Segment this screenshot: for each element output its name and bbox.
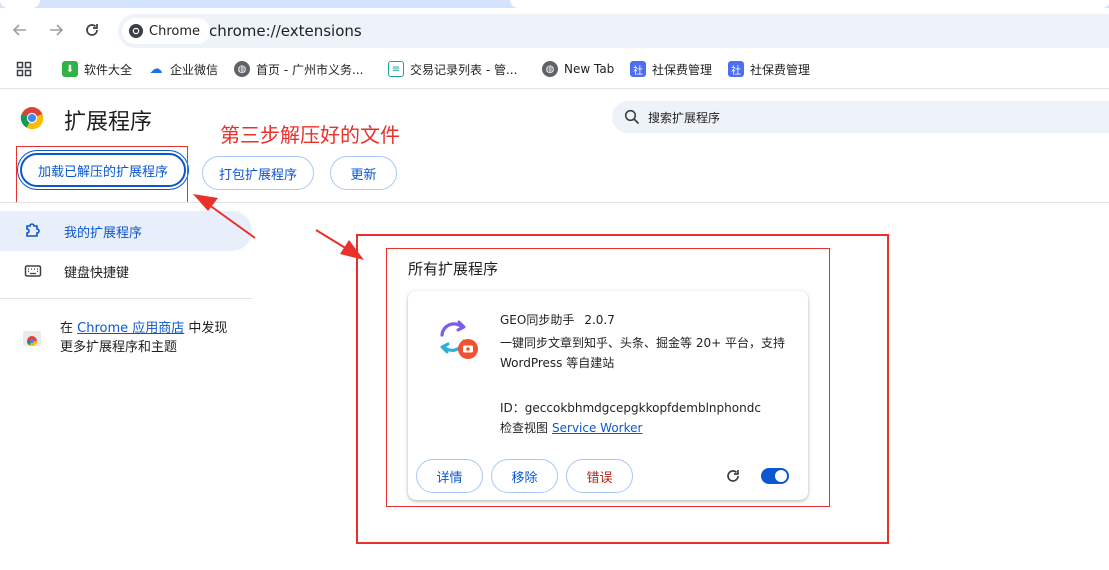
promo-line2: 更多扩展程序和主题 [60, 340, 178, 355]
geo-sync-icon [440, 320, 478, 359]
web-store-link[interactable]: Chrome 应用商店 [77, 321, 184, 336]
url-text[interactable]: chrome://extensions [209, 22, 362, 40]
back-button[interactable] [8, 18, 32, 42]
bookmark-label: 软件大全 [84, 62, 133, 77]
extension-version: 2.0.7 [584, 313, 615, 327]
sidebar-item-label: 我的扩展程序 [64, 225, 143, 241]
toolbar-divider [0, 88, 1109, 89]
extension-name-text: GEO同步助手 [500, 313, 575, 327]
toolbar: Chrome chrome://extensions [0, 8, 1109, 54]
browser-window: Chrome chrome://extensions ⬇ 软件大全 ☁ 企业微信… [0, 0, 1109, 570]
promo-prefix: 在 [60, 321, 78, 336]
tab-right[interactable] [510, 0, 1109, 8]
globe-icon: ◍ [542, 61, 558, 77]
sidebar-item-keyboard-shortcuts[interactable]: 键盘快捷键 [0, 251, 252, 291]
site-chip-label: Chrome [149, 23, 200, 39]
extension-id-label: ID： [500, 401, 525, 415]
sidebar-item-label: 键盘快捷键 [64, 265, 130, 281]
reload-extension-icon[interactable] [724, 467, 742, 485]
ledger-icon: ≡ [388, 61, 404, 77]
tax-icon: 社 [630, 61, 646, 77]
errors-button[interactable]: 错误 [566, 459, 633, 493]
bookmark-item[interactable]: ◍ New Tab [542, 58, 614, 80]
keyboard-icon [24, 265, 42, 277]
omnibox[interactable]: Chrome chrome://extensions [118, 14, 1109, 48]
tax-icon: 社 [728, 61, 744, 77]
bookmark-item[interactable]: 社 社保费管理 [630, 58, 712, 80]
tab-left[interactable] [0, 0, 40, 8]
bookmark-label: 首页 - 广州市义务... [256, 62, 364, 77]
bookmark-label: New Tab [564, 62, 615, 76]
extension-id-value: geccokbhmdgcepgkkopfdemblnphondc [524, 401, 761, 415]
site-chip[interactable]: Chrome [122, 18, 210, 44]
bookmarks-bar: ⬇ 软件大全 ☁ 企业微信 ◍ 首页 - 广州市义务... ≡ 交易记录列表 -… [0, 54, 1109, 84]
sidebar-divider [0, 298, 252, 299]
chrome-icon [129, 24, 143, 38]
arrow-left-icon [12, 24, 26, 36]
bookmark-item[interactable]: ☁ 企业微信 [148, 58, 218, 80]
details-button[interactable]: 详情 [416, 459, 483, 493]
globe-icon: ◍ [234, 61, 250, 77]
wecom-icon: ☁ [148, 61, 164, 77]
remove-button[interactable]: 移除 [491, 459, 558, 493]
forward-button[interactable] [44, 18, 68, 42]
web-store-icon [23, 331, 41, 346]
extension-icon [26, 223, 40, 237]
bookmark-label: 社保费管理 [652, 62, 713, 77]
web-store-promo: 在 Chrome 应用商店 中发现 更多扩展程序和主题 [22, 319, 227, 357]
reload-button[interactable] [80, 18, 104, 42]
extension-name: GEO同步助手 2.0.7 [500, 311, 615, 328]
promo-suffix: 中发现 [184, 321, 228, 336]
annotation-box-load [16, 146, 188, 203]
content-divider [0, 202, 1109, 203]
inspect-views: 检查视图 Service Worker [500, 419, 642, 436]
chrome-logo-icon [20, 107, 44, 130]
section-title: 所有扩展程序 [408, 260, 499, 278]
reload-icon [86, 24, 98, 36]
extension-card: GEO同步助手 2.0.7 一键同步文章到知乎、头条、掘金等 20+ 平台，支持 … [408, 291, 808, 500]
pack-extension-button[interactable]: 打包扩展程序 [202, 156, 314, 190]
page-title: 扩展程序 [64, 110, 153, 135]
bookmark-item[interactable]: ⬇ 软件大全 [62, 58, 132, 80]
extension-description: 一键同步文章到知乎、头条、掘金等 20+ 平台，支持 WordPress 等自建… [500, 336, 785, 370]
bookmark-item[interactable]: ≡ 交易记录列表 - 管... [388, 58, 517, 80]
search-icon [624, 109, 640, 125]
apps-grid-icon [16, 61, 32, 77]
extension-id: ID：geccokbhmdgcepgkkopfdemblnphondc [500, 399, 761, 416]
search-placeholder: 搜索扩展程序 [648, 110, 721, 125]
apps-button[interactable] [16, 58, 32, 80]
update-button[interactable]: 更新 [330, 156, 397, 190]
download-icon: ⬇ [62, 61, 78, 77]
bookmark-label: 交易记录列表 - 管... [410, 62, 518, 77]
annotation-note: 第三步解压好的文件 [220, 123, 400, 147]
bookmark-item[interactable]: ◍ 首页 - 广州市义务... [234, 58, 363, 80]
search-input[interactable]: 搜索扩展程序 [612, 101, 1109, 133]
bookmark-item[interactable]: 社 社保费管理 [728, 58, 810, 80]
inspect-views-label: 检查视图 [500, 421, 549, 435]
enable-toggle[interactable] [761, 468, 789, 484]
web-store-text: 在 Chrome 应用商店 中发现 更多扩展程序和主题 [60, 319, 227, 357]
arrow-right-icon [50, 24, 64, 36]
arrow-to-extensions [315, 229, 353, 253]
sidebar-item-my-extensions[interactable]: 我的扩展程序 [0, 211, 252, 251]
service-worker-link[interactable]: Service Worker [552, 421, 642, 435]
bookmark-label: 企业微信 [170, 62, 219, 77]
tab-strip [0, 0, 1109, 8]
bookmark-label: 社保费管理 [750, 62, 811, 77]
